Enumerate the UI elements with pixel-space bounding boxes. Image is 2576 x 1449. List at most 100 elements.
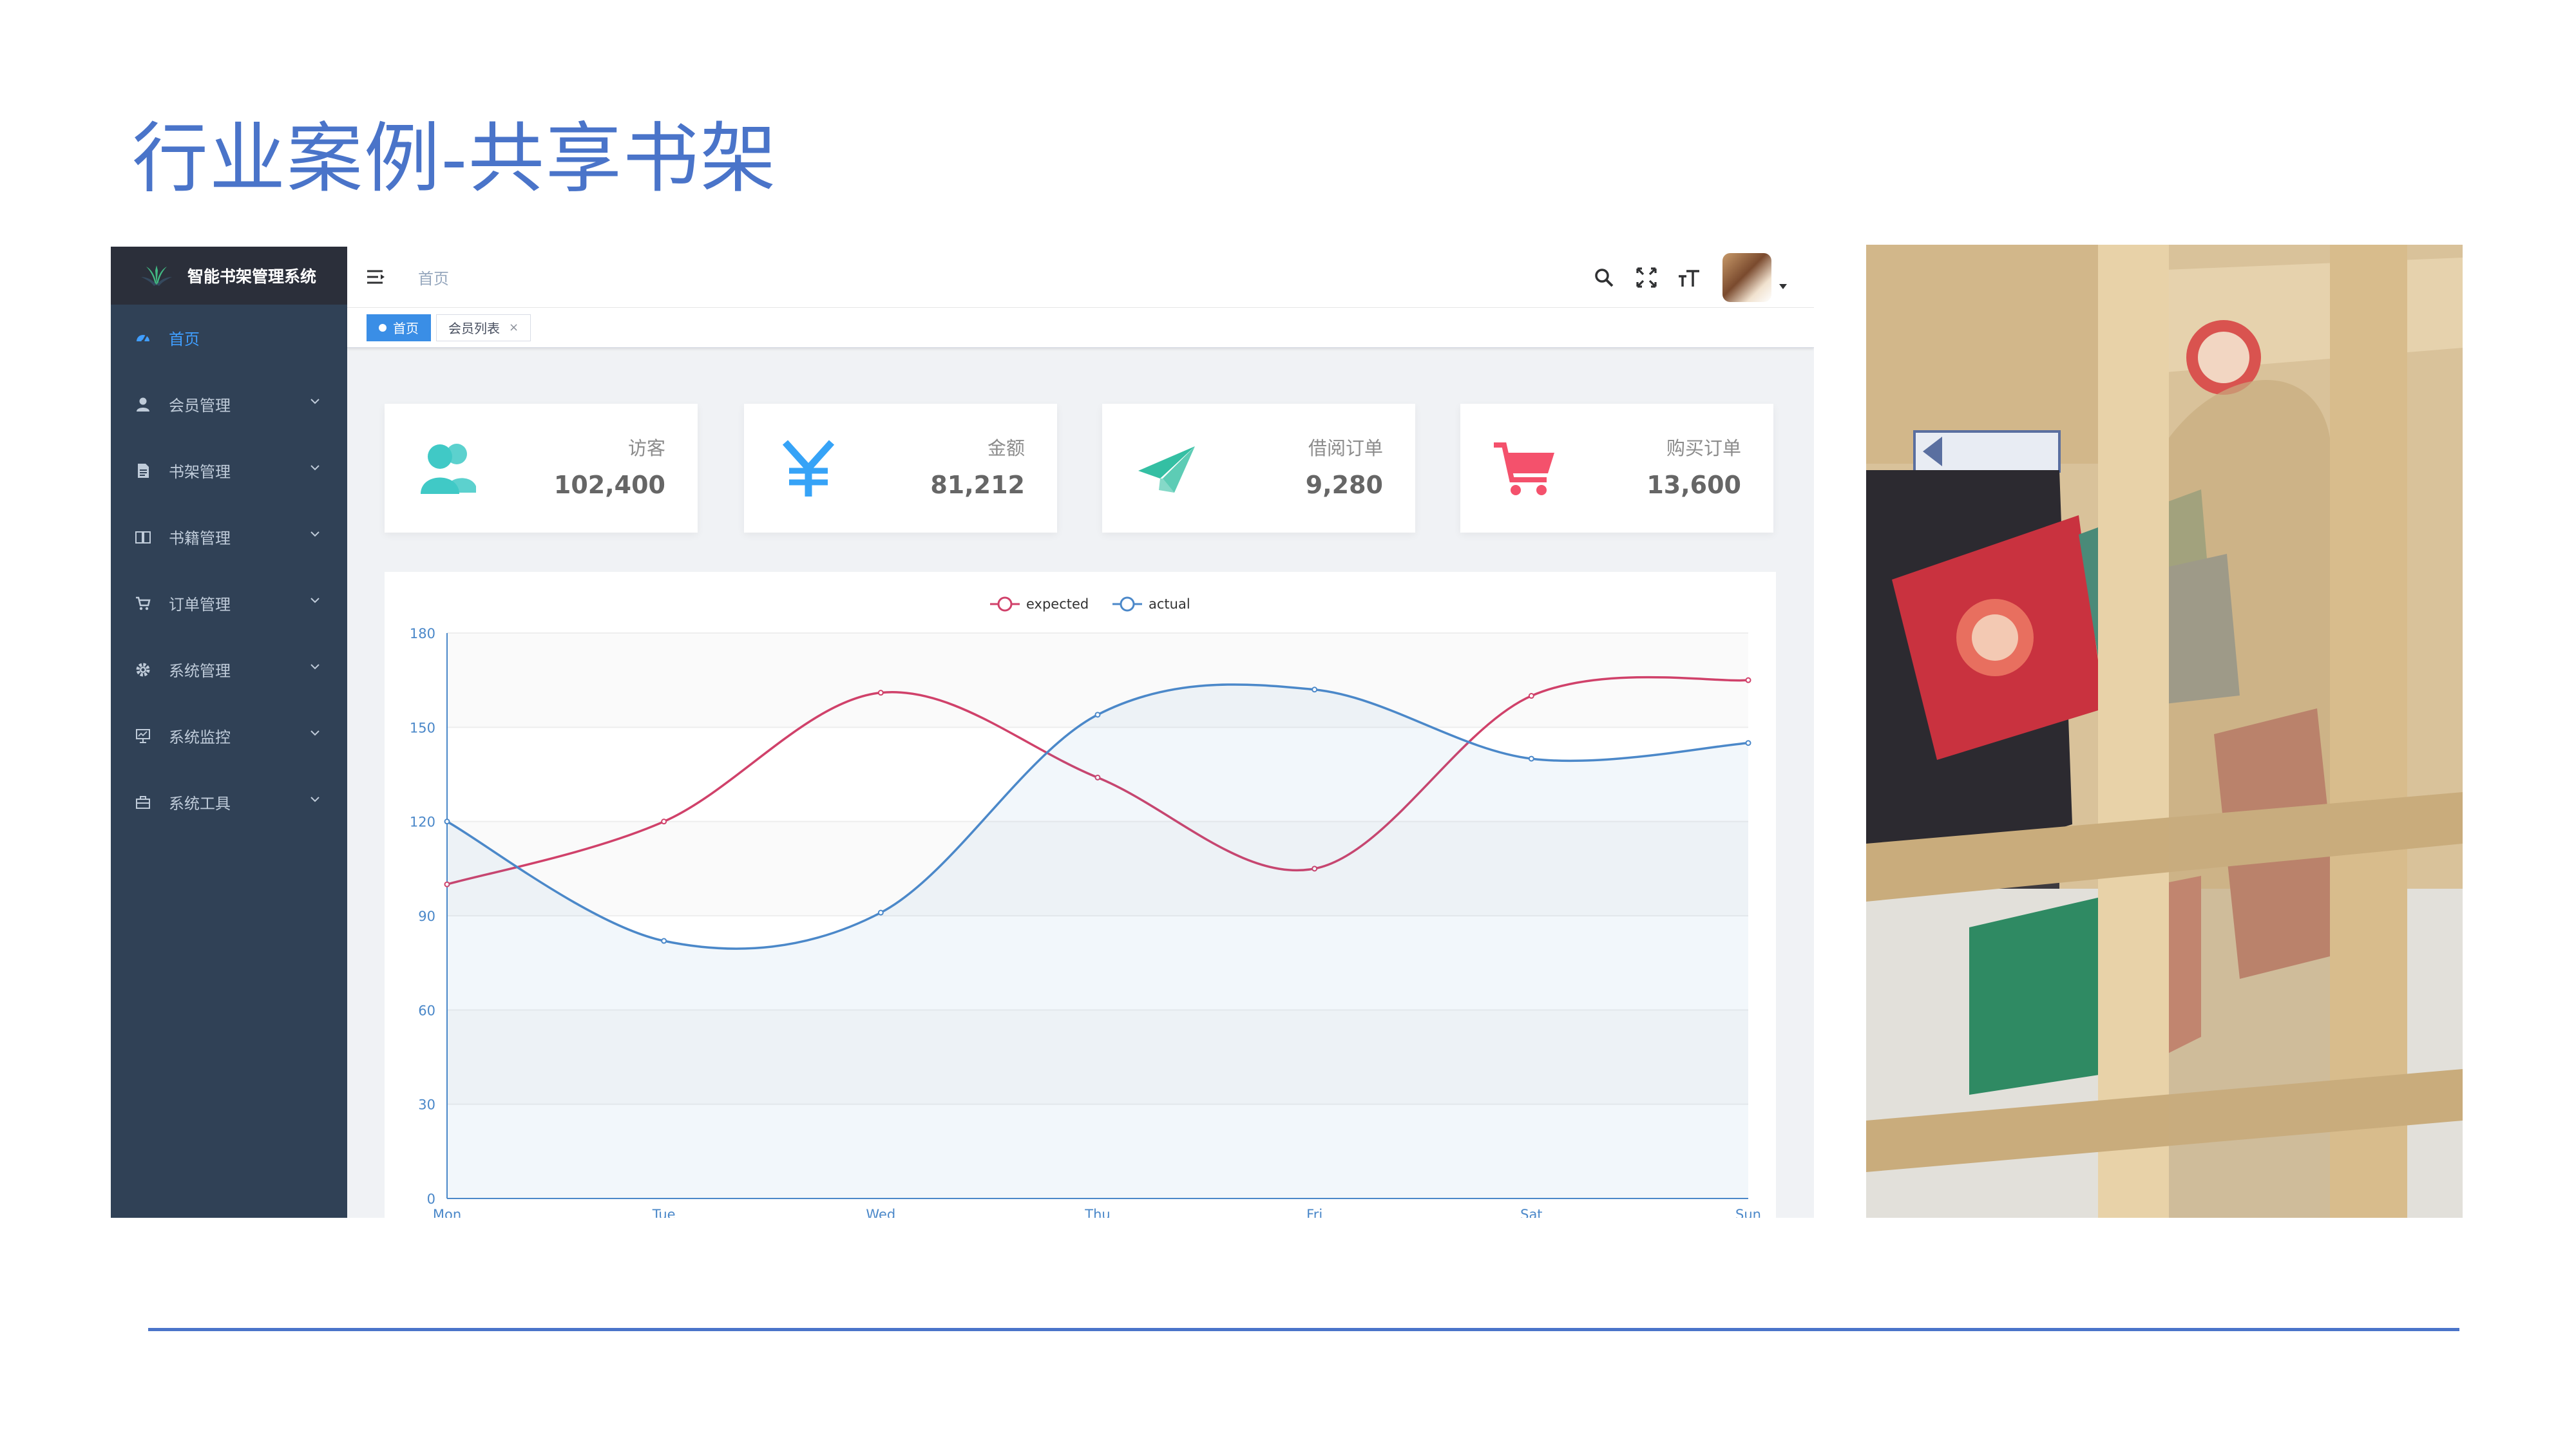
caret-down-icon[interactable] xyxy=(1778,283,1788,290)
admin-app-screenshot: 智能书架管理系统 首页 会员管理 书架管理 书籍管理 订单管理 系统管理 系统监… xyxy=(111,247,1814,1218)
sidebar-item-label: 会员管理 xyxy=(169,397,231,415)
panel-visitors[interactable]: 访客 102,400 xyxy=(385,404,698,533)
sidebar-menu: 首页 会员管理 书架管理 书籍管理 订单管理 系统管理 系统监控 系统工具 xyxy=(111,305,347,835)
x-tick-label: Sun xyxy=(1735,1207,1761,1218)
yuan-icon xyxy=(782,440,835,497)
sidebar-item-books[interactable]: 书籍管理 xyxy=(111,504,347,570)
tag-home[interactable]: 首页 xyxy=(367,314,431,341)
logo-text: 智能书架管理系统 xyxy=(187,267,317,286)
legend-label-actual: actual xyxy=(1149,596,1190,612)
line-chart: 0 30 60 90 120 150 180 Mon Tue Wed Thu Fri Sat Sun exp… xyxy=(410,596,1761,1218)
sidebar-item-monitor[interactable]: 系统监控 xyxy=(111,703,347,769)
paper-plane-icon xyxy=(1138,446,1195,493)
logo[interactable]: 智能书架管理系统 xyxy=(111,247,347,305)
sidebar-item-home[interactable]: 首页 xyxy=(111,305,347,371)
sidebar-item-label: 订单管理 xyxy=(169,596,231,614)
dashboard-icon xyxy=(133,328,153,348)
slide: 行业案例-共享书架 智能书架管理系统 首页 会员管理 书架管理 书籍管理 订单管… xyxy=(0,0,2576,1449)
sidebar-item-orders[interactable]: 订单管理 xyxy=(111,570,347,636)
sidebar-item-label: 系统工具 xyxy=(169,795,231,813)
shopping-cart-icon xyxy=(1494,442,1554,495)
navbar: 首页 xyxy=(347,247,1814,308)
bookshelf-photo xyxy=(1866,245,2463,1218)
navbar-right xyxy=(1591,247,1814,308)
hamburger-icon[interactable] xyxy=(365,267,387,287)
bookshelf-photo-image xyxy=(1866,245,2463,1218)
sidebar-item-members[interactable]: 会员管理 xyxy=(111,371,347,437)
panel-label: 借阅订单 xyxy=(1308,437,1383,459)
logo-icon xyxy=(141,265,172,286)
fullscreen-icon[interactable] xyxy=(1634,265,1659,290)
chevron-down-icon xyxy=(310,531,320,537)
panel-label: 访客 xyxy=(627,437,665,459)
data-point-expected xyxy=(877,690,884,696)
y-tick-label: 120 xyxy=(410,815,435,830)
chevron-down-icon xyxy=(310,730,320,736)
font-size-icon[interactable] xyxy=(1676,265,1702,290)
chevron-down-icon xyxy=(310,664,320,670)
slide-title: 行业案例-共享书架 xyxy=(132,114,778,203)
search-icon[interactable] xyxy=(1591,265,1617,290)
legend-marker-actual xyxy=(1120,596,1135,612)
panel-amount[interactable]: 金额 81,212 xyxy=(744,404,1057,533)
gear-icon xyxy=(133,659,153,680)
panel-label: 购买订单 xyxy=(1666,437,1741,459)
active-dot-icon xyxy=(379,323,386,332)
data-point-expected xyxy=(1745,677,1751,683)
x-tick-label: Sat xyxy=(1520,1207,1542,1218)
y-tick-label: 90 xyxy=(418,909,435,924)
y-tick-label: 30 xyxy=(418,1097,435,1113)
toolbox-icon xyxy=(133,792,153,813)
sidebar-item-label: 书架管理 xyxy=(169,463,231,481)
panel-label: 金额 xyxy=(987,437,1025,459)
panel-value: 81,212 xyxy=(930,471,1025,499)
chevron-down-icon xyxy=(310,598,320,603)
panel-value: 102,400 xyxy=(553,471,665,499)
monitor-icon xyxy=(133,726,153,746)
panel-value: 13,600 xyxy=(1646,471,1741,499)
chevron-down-icon xyxy=(310,797,320,802)
breadcrumb[interactable]: 首页 xyxy=(418,266,449,289)
legend-marker-expected xyxy=(997,596,1013,612)
main-area: 首页 首页 会员列表 × 访客 102,400 金额 81,212 借阅订单 9… xyxy=(347,247,1814,1218)
sidebar-item-shelves[interactable]: 书架管理 xyxy=(111,437,347,504)
sidebar-item-label: 系统管理 xyxy=(169,662,231,680)
user-icon xyxy=(133,394,153,415)
panel-purchase-orders[interactable]: 购买订单 13,600 xyxy=(1460,404,1773,533)
line-chart-card: 0 30 60 90 120 150 180 Mon Tue Wed Thu Fri Sat Sun exp… xyxy=(385,572,1776,1218)
tag-label: 会员列表 xyxy=(448,321,500,336)
tags-view: 首页 会员列表 × xyxy=(347,308,1814,348)
tag-label: 首页 xyxy=(393,321,419,336)
x-tick-label: Fri xyxy=(1306,1207,1322,1218)
sidebar-item-tools[interactable]: 系统工具 xyxy=(111,769,347,835)
sidebar-item-system[interactable]: 系统管理 xyxy=(111,636,347,703)
data-point-actual xyxy=(1745,740,1751,746)
panel-borrow-orders[interactable]: 借阅订单 9,280 xyxy=(1102,404,1415,533)
sidebar-item-label: 书籍管理 xyxy=(169,529,231,547)
data-point-actual xyxy=(444,819,450,825)
bottom-divider xyxy=(148,1328,2459,1331)
cart-icon xyxy=(133,593,153,614)
chevron-down-icon xyxy=(310,399,320,404)
y-tick-label: 180 xyxy=(410,626,435,641)
data-point-actual xyxy=(1312,687,1318,693)
data-point-actual xyxy=(1528,755,1534,762)
data-point-actual xyxy=(1094,712,1101,718)
book-icon xyxy=(133,527,153,547)
avatar[interactable] xyxy=(1722,252,1771,302)
sidebar-item-label: 首页 xyxy=(169,330,200,348)
y-tick-label: 150 xyxy=(410,720,435,735)
close-icon[interactable]: × xyxy=(509,321,519,334)
x-tick-label: Mon xyxy=(433,1207,461,1218)
chevron-down-icon xyxy=(310,465,320,471)
visitors-icon xyxy=(421,444,476,494)
y-tick-label: 0 xyxy=(427,1191,435,1207)
panel-value: 9,280 xyxy=(1305,471,1383,499)
data-point-expected xyxy=(661,819,667,825)
legend-label-expected: expected xyxy=(1026,596,1089,612)
data-point-actual xyxy=(661,938,667,944)
sidebar: 智能书架管理系统 首页 会员管理 书架管理 书籍管理 订单管理 系统管理 系统监… xyxy=(111,247,347,1218)
document-icon xyxy=(133,460,153,481)
x-tick-label: Wed xyxy=(866,1207,895,1218)
tag-member-list[interactable]: 会员列表 × xyxy=(436,314,531,341)
